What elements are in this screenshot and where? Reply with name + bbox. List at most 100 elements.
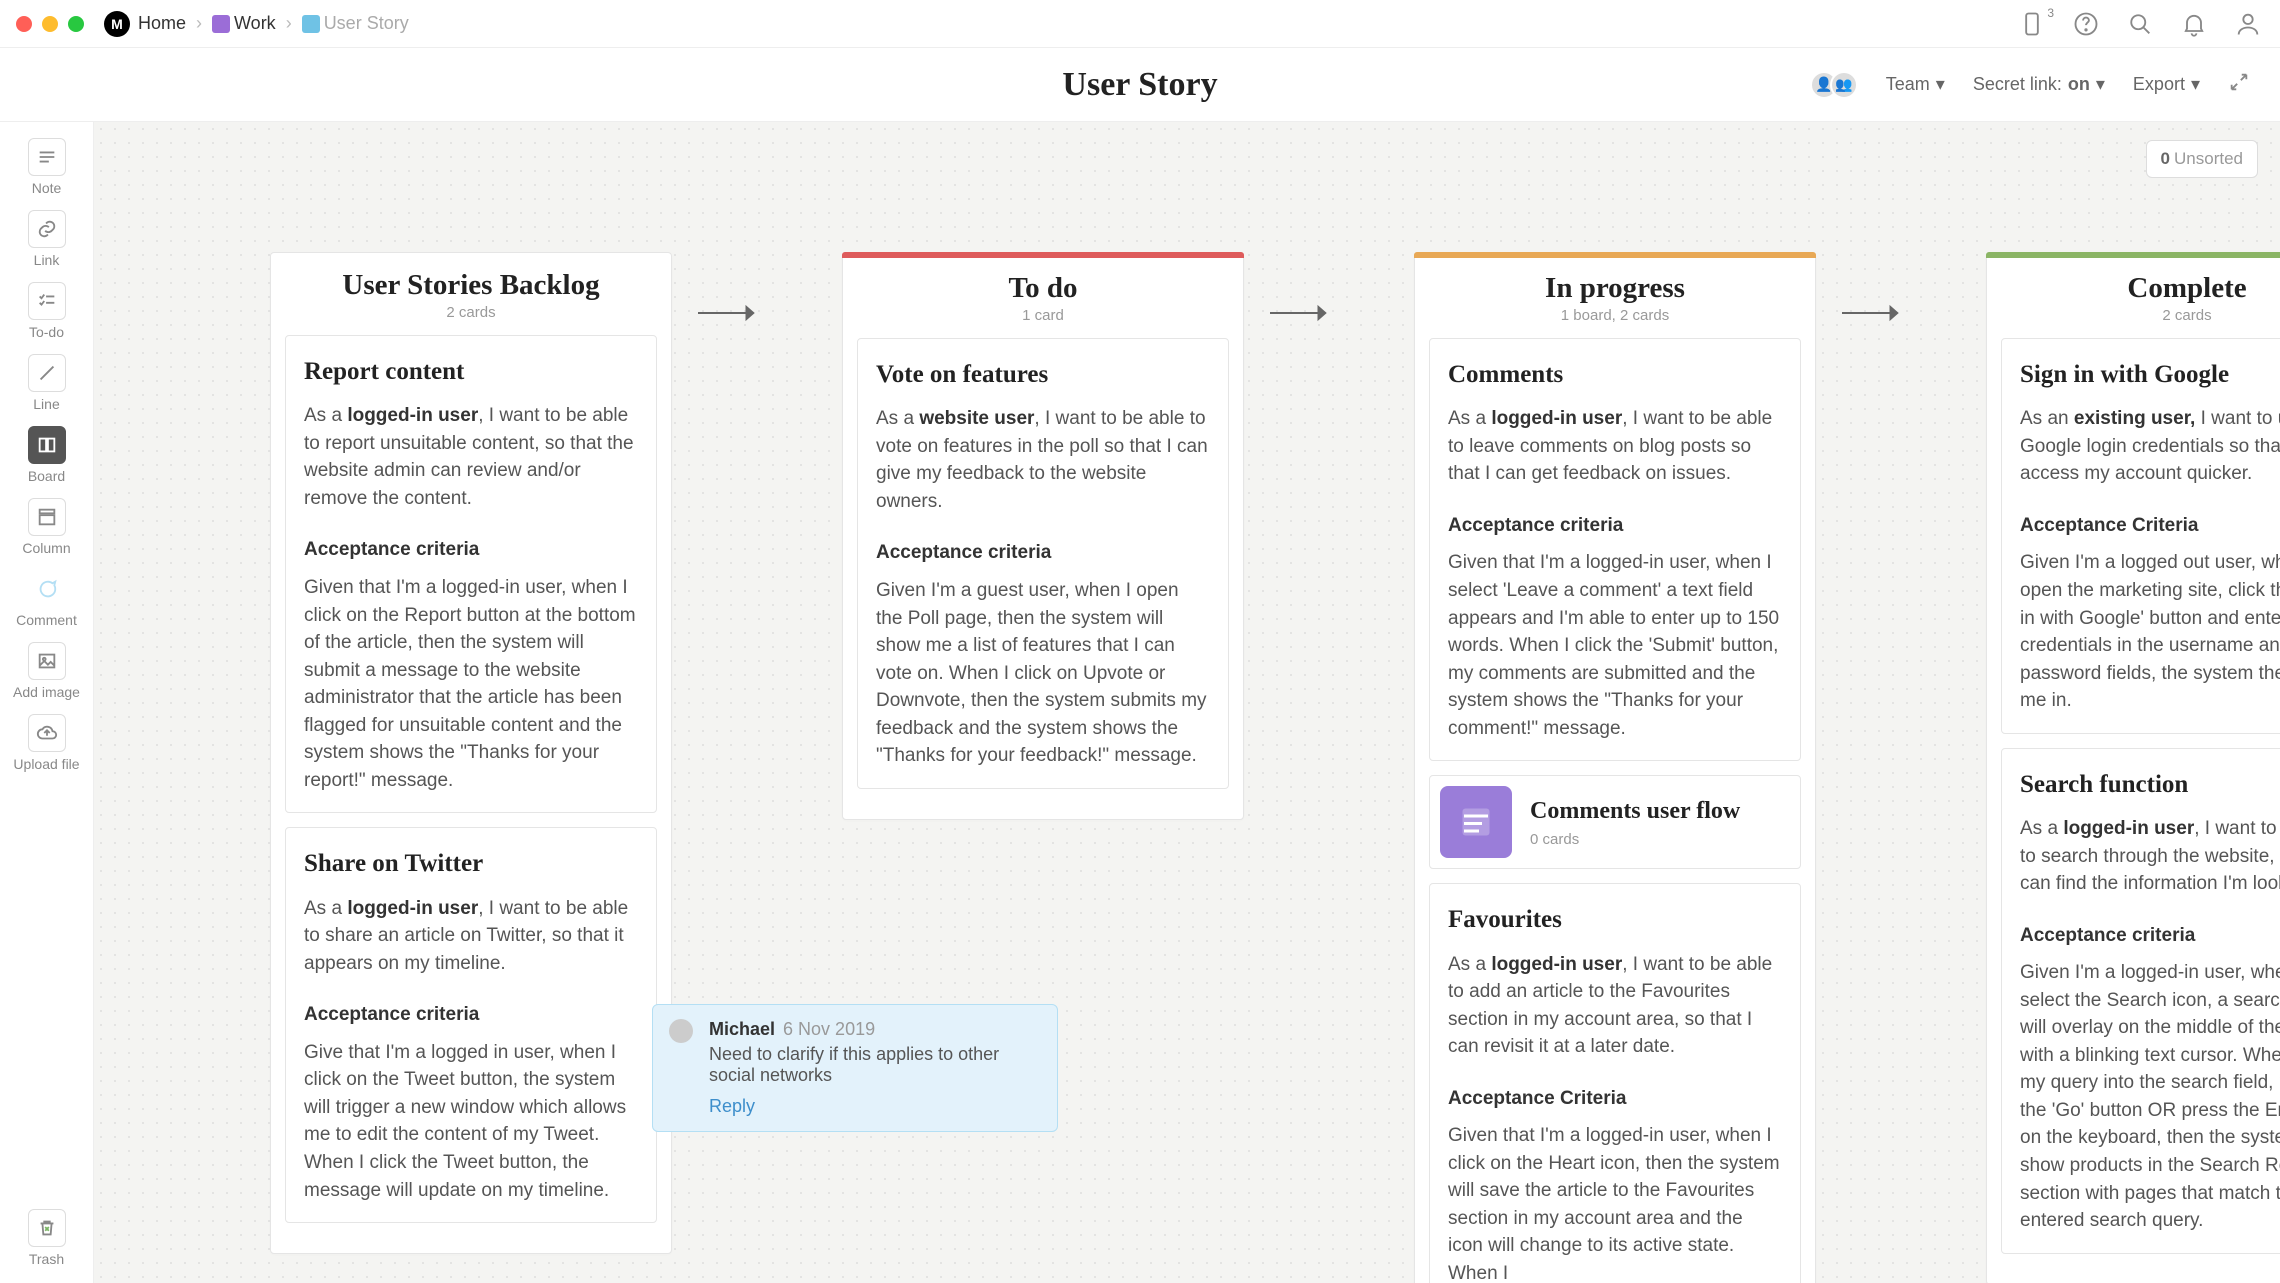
userflow-subtitle: 0 cards: [1530, 829, 1740, 851]
card-share-twitter[interactable]: Share on Twitter As a logged-in user, I …: [285, 827, 657, 1223]
card-vote-features[interactable]: Vote on features As a website user, I wa…: [857, 338, 1229, 789]
acceptance-criteria-label: Acceptance criteria: [2020, 922, 2280, 950]
tool-comment[interactable]: Comment: [12, 570, 82, 628]
column-subtitle: 2 cards: [285, 304, 657, 321]
tool-link[interactable]: Link: [12, 210, 82, 268]
chevron-right-icon: ›: [286, 13, 292, 34]
column-title: User Stories Backlog: [285, 269, 657, 302]
tool-todo[interactable]: To-do: [12, 282, 82, 340]
card-title: Search function: [2020, 767, 2280, 803]
tool-note[interactable]: Note: [12, 138, 82, 196]
minimize-window-button[interactable]: [42, 16, 58, 32]
tool-trash[interactable]: Trash: [12, 1209, 82, 1267]
export-dropdown[interactable]: Export ▾: [2133, 74, 2200, 95]
comment-bubble[interactable]: Michael 6 Nov 2019 Need to clarify if thi…: [652, 1004, 1058, 1132]
arrow-icon: [698, 302, 756, 329]
card-google-signin[interactable]: Sign in with Google As an existing user,…: [2001, 338, 2280, 734]
device-icon[interactable]: 3: [2016, 8, 2048, 40]
acceptance-criteria-label: Acceptance criteria: [304, 1001, 638, 1029]
acceptance-criteria-label: Acceptance criteria: [1448, 512, 1782, 540]
acceptance-criteria-body: Given I'm a guest user, when I open the …: [876, 577, 1210, 770]
collaborator-avatars[interactable]: 👤 👥: [1818, 71, 1858, 99]
tool-line[interactable]: Line: [12, 354, 82, 412]
close-window-button[interactable]: [16, 16, 32, 32]
column-subtitle: 1 board, 2 cards: [1429, 307, 1801, 324]
avatar: 👥: [1830, 71, 1858, 99]
tool-add-image[interactable]: Add image: [12, 642, 82, 700]
acceptance-criteria-label: Acceptance criteria: [304, 536, 638, 564]
secret-link-toggle[interactable]: Secret link: on ▾: [1973, 74, 2105, 95]
column-subtitle: 1 card: [857, 307, 1229, 324]
chevron-down-icon: ▾: [1936, 74, 1945, 95]
card-body: As an existing user, I want to use my Go…: [2020, 405, 2280, 488]
column-title: Complete: [2001, 272, 2280, 305]
tool-upload-file[interactable]: Upload file: [12, 714, 82, 772]
breadcrumb-current: User Story: [302, 13, 409, 34]
acceptance-criteria-body: Given that I'm a logged-in user, when I …: [1448, 1122, 1782, 1283]
card-favourites[interactable]: Favourites As a logged-in user, I want t…: [1429, 883, 1801, 1283]
acceptance-criteria-body: Given that I'm a logged-in user, when I …: [304, 574, 638, 794]
chevron-down-icon: ▾: [2096, 74, 2105, 95]
chevron-right-icon: ›: [196, 13, 202, 34]
page-header: User Story 👤 👥 Team ▾ Secret link: on ▾ …: [0, 48, 2280, 122]
card-report-content[interactable]: Report content As a logged-in user, I wa…: [285, 335, 657, 813]
acceptance-criteria-body: Give that I'm a logged in user, when I c…: [304, 1039, 638, 1204]
card-search-function[interactable]: Search function As a logged-in user, I w…: [2001, 748, 2280, 1254]
column-complete[interactable]: Complete 2 cards Sign in with Google As a…: [1986, 252, 2280, 1283]
app-logo[interactable]: M: [104, 11, 130, 37]
column-todo[interactable]: To do 1 card Vote on features As a websit…: [842, 252, 1244, 820]
fullscreen-window-button[interactable]: [68, 16, 84, 32]
bell-icon[interactable]: [2178, 8, 2210, 40]
column-title: In progress: [1429, 272, 1801, 305]
comment-date: 6 Nov 2019: [783, 1019, 875, 1039]
tool-column[interactable]: Column: [12, 498, 82, 556]
card-title: Report content: [304, 354, 638, 390]
card-body: As a logged-in user, I want to be able t…: [1448, 405, 1782, 488]
acceptance-criteria-body: Given I'm a logged-in user, when I selec…: [2020, 959, 2280, 1234]
unsorted-pill[interactable]: 0Unsorted: [2146, 140, 2258, 178]
acceptance-criteria-label: Acceptance Criteria: [1448, 1085, 1782, 1113]
toolbox: Note Link To-do Line Board Column Commen…: [0, 122, 94, 1283]
team-dropdown[interactable]: Team ▾: [1886, 74, 1945, 95]
card-title: Share on Twitter: [304, 846, 638, 882]
comment-body: Need to clarify if this applies to other…: [709, 1044, 1039, 1086]
card-body: As a logged-in user, I want to be able t…: [1448, 951, 1782, 1061]
card-title: Favourites: [1448, 902, 1782, 938]
search-icon[interactable]: [2124, 8, 2156, 40]
column-in-progress[interactable]: In progress 1 board, 2 cards Comments As …: [1414, 252, 1816, 1283]
traffic-lights: [16, 16, 84, 32]
window-titlebar: M Home › Work › User Story 3: [0, 0, 2280, 48]
card-userflow[interactable]: Comments user flow0 cards: [1429, 775, 1801, 869]
arrow-icon: [1842, 302, 1900, 329]
card-title: Sign in with Google: [2020, 357, 2280, 393]
card-body: As a logged-in user, I want to be able t…: [304, 895, 638, 978]
board-icon: [1440, 786, 1512, 858]
breadcrumb-home[interactable]: Home: [138, 13, 186, 34]
breadcrumb: Home › Work › User Story: [138, 13, 409, 34]
reply-button[interactable]: Reply: [709, 1096, 1039, 1117]
column-subtitle: 2 cards: [2001, 307, 2280, 324]
acceptance-criteria-body: Given I'm a logged out user, when I open…: [2020, 549, 2280, 714]
card-title: Comments: [1448, 357, 1782, 393]
userflow-title: Comments user flow: [1530, 794, 1740, 829]
expand-icon[interactable]: [2228, 71, 2250, 98]
avatar: [669, 1019, 693, 1043]
help-icon[interactable]: [2070, 8, 2102, 40]
acceptance-criteria-label: Acceptance Criteria: [2020, 512, 2280, 540]
user-icon[interactable]: [2232, 8, 2264, 40]
card-body: As a logged-in user, I want to be able t…: [2020, 815, 2280, 898]
card-title: Vote on features: [876, 357, 1210, 393]
chevron-down-icon: ▾: [2191, 74, 2200, 95]
acceptance-criteria-label: Acceptance criteria: [876, 539, 1210, 567]
acceptance-criteria-body: Given that I'm a logged-in user, when I …: [1448, 549, 1782, 742]
breadcrumb-work[interactable]: Work: [212, 13, 276, 34]
arrow-icon: [1270, 302, 1328, 329]
page-title: User Story: [1062, 66, 1217, 104]
device-count-badge: 3: [2047, 6, 2054, 20]
canvas[interactable]: 0Unsorted User Stories Backlog 2 cards Re…: [94, 122, 2280, 1283]
comment-author: Michael: [709, 1019, 775, 1039]
column-backlog[interactable]: User Stories Backlog 2 cards Report conte…: [270, 252, 672, 1254]
column-title: To do: [857, 272, 1229, 305]
tool-board[interactable]: Board: [12, 426, 82, 484]
card-comments[interactable]: Comments As a logged-in user, I want to …: [1429, 338, 1801, 761]
